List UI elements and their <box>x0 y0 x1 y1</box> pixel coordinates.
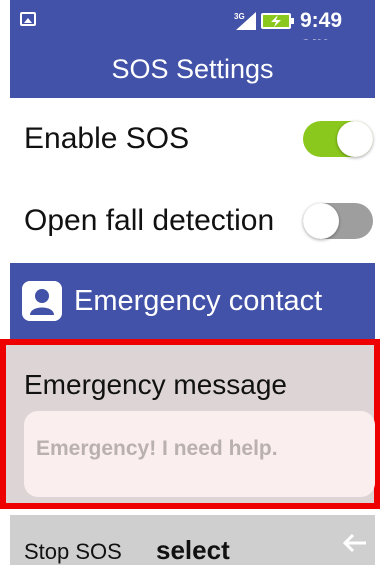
fall-detection-row[interactable]: Open fall detection <box>10 180 375 262</box>
back-arrow-icon[interactable] <box>341 529 369 557</box>
battery-charging-icon <box>261 13 294 29</box>
toggle-knob <box>303 203 339 239</box>
emergency-contact-label: Emergency contact <box>74 284 323 317</box>
emergency-contact-row[interactable]: Emergency contact <box>10 263 375 339</box>
enable-sos-label: Enable SOS <box>24 122 190 155</box>
fall-detection-label: Open fall detection <box>24 204 275 237</box>
emergency-message-label: Emergency message <box>24 369 288 400</box>
page-title: SOS Settings <box>10 40 375 98</box>
emergency-message-value: Emergency! I need help. <box>36 437 278 460</box>
fall-detection-toggle[interactable] <box>303 203 373 239</box>
emergency-message-field[interactable]: Emergency! I need help. <box>24 411 375 497</box>
softkey-bar: Stop SOS select <box>10 515 375 565</box>
image-icon <box>20 12 36 26</box>
signal-icon: 3G <box>234 12 256 30</box>
select-softkey[interactable]: select <box>156 535 230 566</box>
toggle-knob <box>337 121 373 157</box>
network-type: 3G <box>234 12 245 21</box>
enable-sos-toggle[interactable] <box>303 121 373 157</box>
emergency-message-section[interactable]: Emergency message Emergency! I need help… <box>0 339 380 509</box>
person-icon <box>22 281 62 321</box>
stop-sos-softkey[interactable]: Stop SOS <box>24 539 122 565</box>
enable-sos-row[interactable]: Enable SOS <box>10 98 375 181</box>
status-bar: 3G 9:49 am <box>10 0 375 56</box>
